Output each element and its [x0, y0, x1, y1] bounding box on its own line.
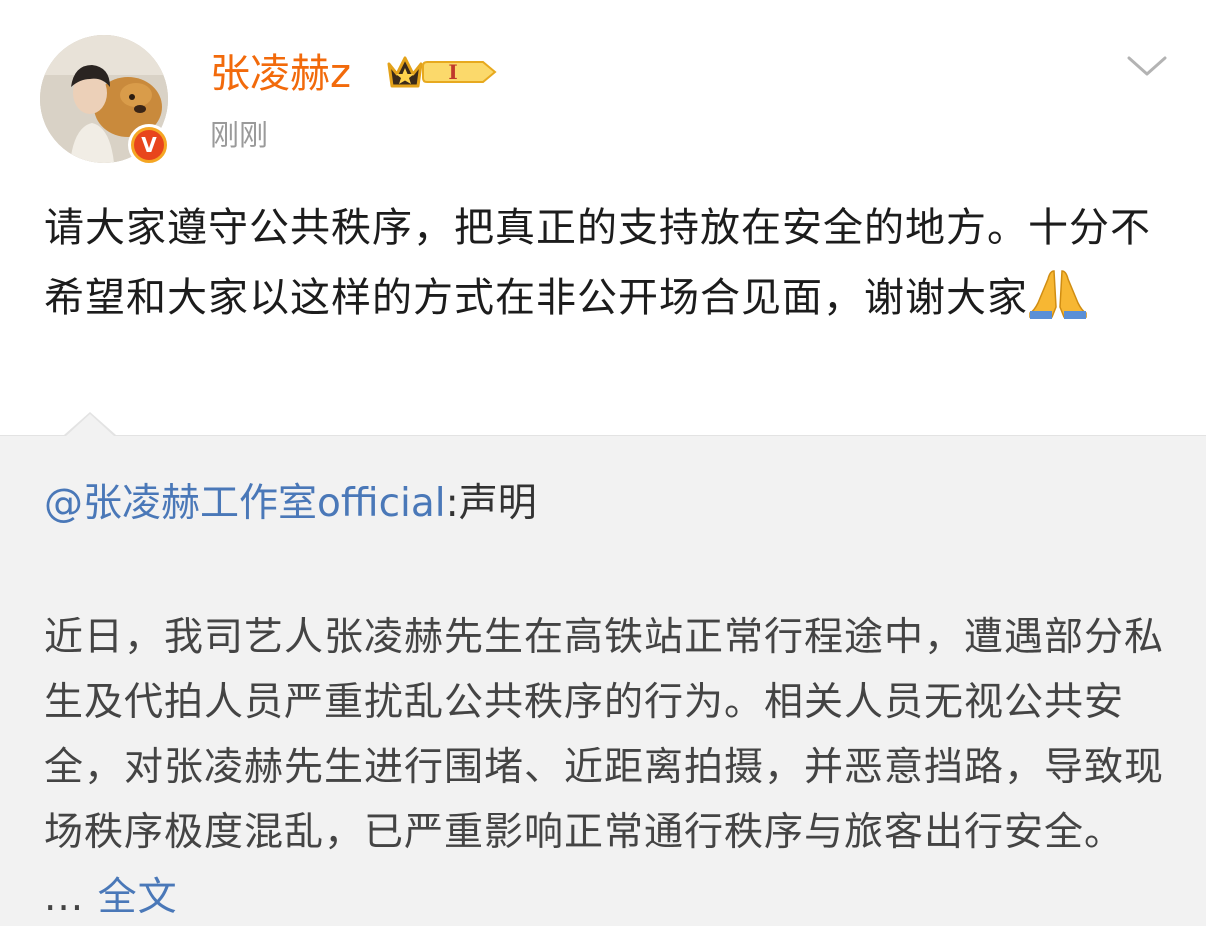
repost-title: :声明 [445, 481, 537, 526]
repost-caret [66, 414, 114, 436]
timestamp: 刚刚 [210, 118, 269, 152]
mention-link[interactable]: @张凌赫工作室official [44, 481, 446, 526]
verified-badge: V [128, 124, 170, 166]
weibo-post: V 张凌赫z I 刚刚 请大家遵守公共秩序，把真正的支持放在安全的地方。十分不希… [0, 0, 1206, 435]
crown-rank-icon[interactable]: I [383, 50, 503, 94]
ellipsis: ... [44, 875, 85, 920]
username[interactable]: 张凌赫z [210, 48, 351, 100]
repost-body: 近日，我司艺人张凌赫先生在高铁站正常行程途中，遭遇部分私生及代拍人员严重扰乱公共… [44, 605, 1174, 930]
verified-v-icon: V [134, 130, 164, 160]
repost-header: @张凌赫工作室official:声明 [44, 478, 537, 530]
post-body: 请大家遵守公共秩序，把真正的支持放在安全的地方。十分不希望和大家以这样的方式在非… [44, 205, 1151, 321]
full-text-link[interactable]: 全文 [98, 875, 178, 920]
chevron-down-icon[interactable] [1126, 50, 1168, 80]
rank-label: I [448, 60, 457, 84]
repost-text: 近日，我司艺人张凌赫先生在高铁站正常行程途中，遭遇部分私生及代拍人员严重扰乱公共… [44, 615, 1165, 855]
pray-emoji-icon [1029, 270, 1087, 319]
post-text: 请大家遵守公共秩序，把真正的支持放在安全的地方。十分不希望和大家以这样的方式在非… [44, 193, 1164, 333]
